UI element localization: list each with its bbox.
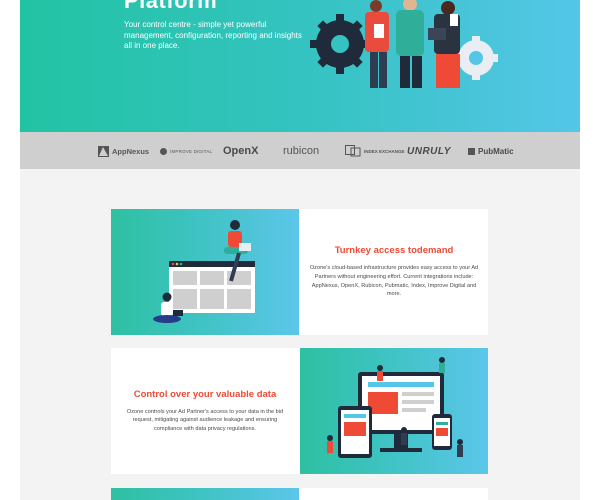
- feature-description: Ozone controls your Ad Partner's access …: [126, 408, 284, 432]
- partner-name: rubicon: [283, 145, 320, 157]
- feature-card-partial: [111, 488, 488, 500]
- hero-banner: Platform Your control centre - simple ye…: [20, 0, 580, 132]
- feature-illustration: [111, 488, 299, 500]
- gear-icon: [454, 36, 498, 80]
- partner-name: IMPROVE DIGITAL: [170, 148, 213, 154]
- partner-logo-pubmatic: PubMatic: [468, 144, 514, 158]
- page: Platform Your control centre - simple ye…: [20, 0, 580, 500]
- feature-card-turnkey-access: Turnkey access todemand Ozone's cloud-ba…: [111, 209, 488, 335]
- feature-card-data-control: Control over your valuable data Ozone co…: [111, 348, 488, 474]
- partner-logo-improve-digital: IMPROVE DIGITAL: [160, 144, 212, 158]
- partner-name: INDEX EXCHANGE: [364, 148, 405, 154]
- partner-name: OpenX: [223, 145, 259, 157]
- partner-logo-index-exchange: INDEX EXCHANGE: [345, 144, 405, 158]
- feature-description: Ozone's cloud-based infrastructure provi…: [309, 265, 479, 298]
- partner-logo-unruly: UNRULY: [407, 144, 451, 158]
- pubmatic-logo-icon: [468, 147, 475, 155]
- feature-heading: Control over your valuable data: [133, 388, 277, 400]
- partner-name: PubMatic: [478, 146, 514, 156]
- index-exchange-logo-icon: [345, 145, 361, 157]
- hero-subtitle: Your control centre - simple yet powerfu…: [124, 20, 302, 50]
- devices-illustration: [327, 357, 463, 458]
- partner-logos-strip: AppNexus IMPROVE DIGITAL OpenX rubicon I…: [20, 132, 580, 169]
- feature-illustration: [111, 209, 299, 335]
- partner-logo-rubicon: rubicon: [283, 144, 319, 158]
- feature-text: Turnkey access todemand Ozone's cloud-ba…: [300, 209, 488, 335]
- gear-icon: [310, 14, 370, 74]
- partner-name: AppNexus: [112, 146, 150, 156]
- appnexus-logo-icon: [98, 145, 109, 157]
- person-on-dashboard-illustration: [153, 220, 255, 323]
- hero-title: Platform: [124, 0, 218, 13]
- partner-name: UNRULY: [407, 145, 451, 157]
- feature-illustration: [300, 348, 488, 474]
- partner-logo-appnexus: AppNexus: [98, 144, 149, 158]
- improve-digital-logo-icon: [160, 147, 167, 155]
- feature-heading: Turnkey access todemand: [334, 245, 454, 257]
- feature-text: Control over your valuable data Ozone co…: [111, 348, 299, 474]
- team-collaboration-illustration: [310, 0, 498, 88]
- partner-logo-openx: OpenX: [223, 144, 258, 158]
